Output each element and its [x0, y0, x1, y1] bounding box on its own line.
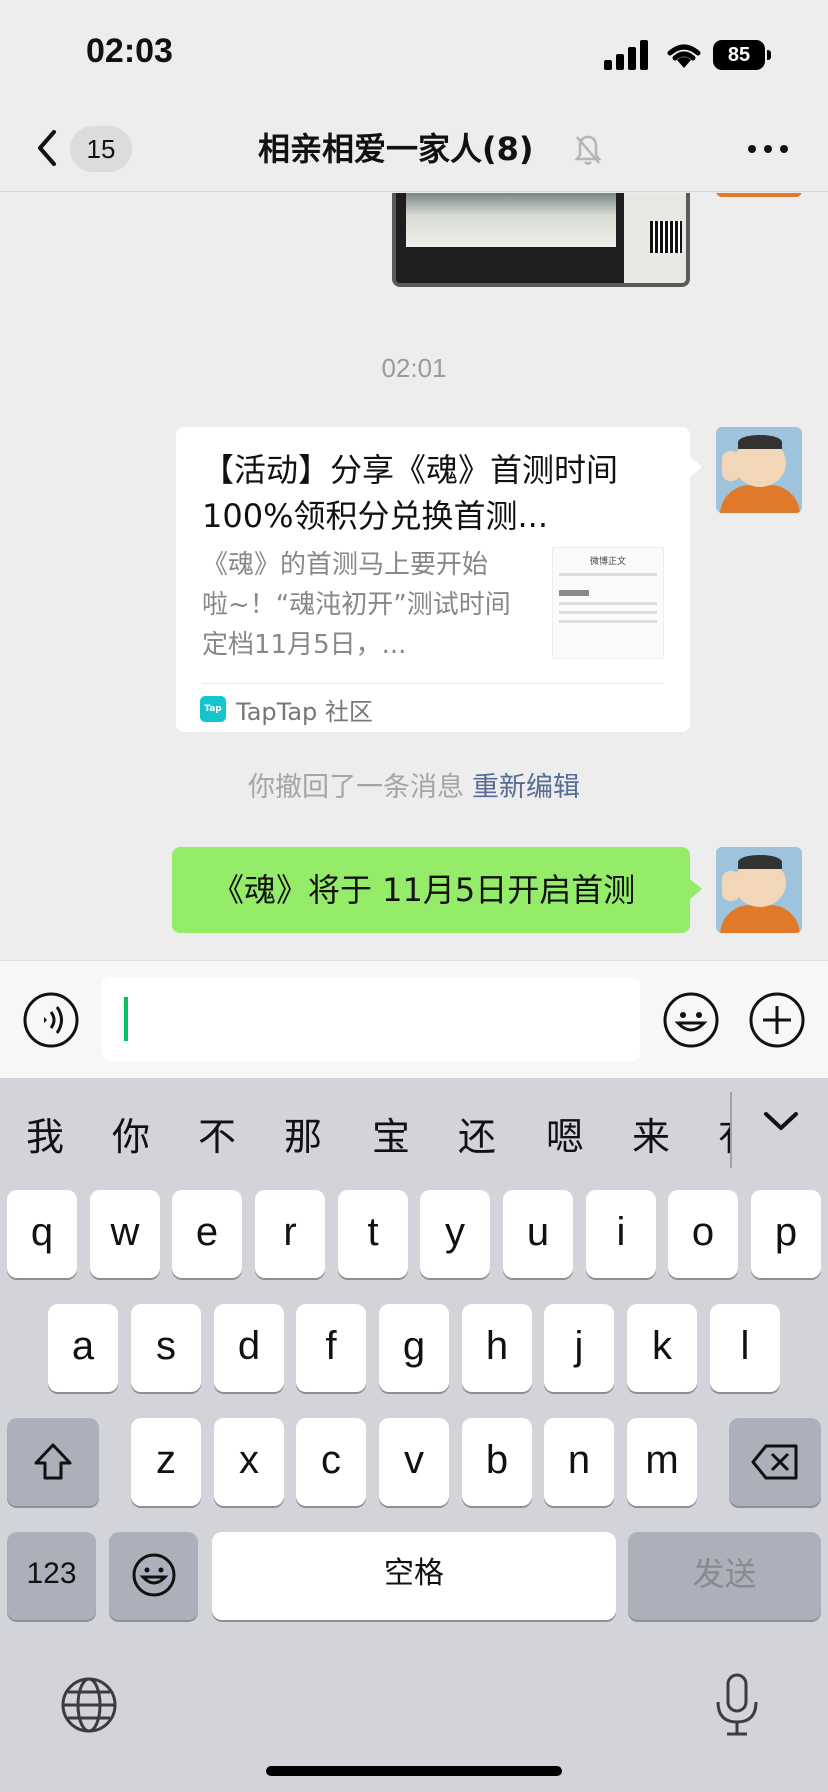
space-key[interactable]: 空格 [212, 1532, 616, 1620]
candidate-word[interactable]: 宝 [372, 1106, 410, 1161]
message-input[interactable] [102, 977, 640, 1061]
back-chevron-icon[interactable] [32, 126, 62, 170]
key-h[interactable]: h [462, 1304, 532, 1392]
avatar[interactable] [716, 193, 802, 197]
battery-level: 85 [713, 40, 765, 70]
key-s[interactable]: s [131, 1304, 201, 1392]
key-l[interactable]: l [710, 1304, 780, 1392]
send-key[interactable]: 发送 [628, 1532, 821, 1620]
backspace-key[interactable] [729, 1418, 821, 1506]
key-v[interactable]: v [379, 1418, 449, 1506]
unread-count-badge[interactable]: 15 [70, 126, 132, 172]
emoji-icon[interactable] [662, 991, 720, 1049]
candidate-word[interactable]: 有 [718, 1106, 730, 1161]
shared-image-message[interactable] [392, 193, 690, 287]
key-p[interactable]: p [751, 1190, 821, 1278]
key-a[interactable]: a [48, 1304, 118, 1392]
key-k[interactable]: k [627, 1304, 697, 1392]
candidate-word[interactable]: 你 [112, 1106, 150, 1161]
key-r[interactable]: r [255, 1190, 325, 1278]
battery-icon: 85 [713, 40, 771, 70]
key-n[interactable]: n [544, 1418, 614, 1506]
candidate-word[interactable]: 来 [632, 1106, 670, 1161]
recall-notice-text: 你撤回了一条消息 [248, 772, 464, 803]
key-i[interactable]: i [586, 1190, 656, 1278]
candidate-word[interactable]: 还 [458, 1106, 496, 1161]
candidate-word[interactable]: 那 [284, 1106, 322, 1161]
qr-code-image [650, 221, 682, 253]
home-indicator [266, 1766, 562, 1776]
key-q[interactable]: q [7, 1190, 77, 1278]
candidate-bar: 我 你 不 那 宝 还 嗯 来 有 [0, 1078, 828, 1182]
candidate-word[interactable]: 不 [198, 1106, 236, 1161]
chat-header: 15 相亲相爱一家人(8) [0, 108, 828, 192]
status-time: 02:03 [86, 32, 173, 70]
key-t[interactable]: t [338, 1190, 408, 1278]
card-source-label: TapTap 社区 [236, 697, 373, 726]
sent-message-bubble[interactable]: 《魂》将于 11月5日开启首测 [172, 847, 702, 933]
key-j[interactable]: j [544, 1304, 614, 1392]
key-y[interactable]: y [420, 1190, 490, 1278]
candidate-word[interactable]: 我 [26, 1106, 64, 1161]
card-thumbnail: 微博正文 [552, 547, 664, 659]
key-e[interactable]: e [172, 1190, 242, 1278]
chat-title: 相亲相爱一家人(8) [258, 130, 534, 168]
avatar[interactable] [716, 847, 802, 933]
muted-bell-icon [574, 135, 602, 165]
thumbnail-header: 微博正文 [589, 557, 626, 567]
plus-icon[interactable] [748, 991, 806, 1049]
shared-link-card[interactable]: 【活动】分享《魂》首测时间 100%领积分兑换首测... 《魂》的首测马上要开始… [176, 427, 702, 732]
expand-candidates-chevron-icon[interactable] [758, 1106, 804, 1136]
globe-icon[interactable] [60, 1676, 118, 1734]
backspace-icon [751, 1444, 798, 1480]
shift-arrow-icon [34, 1443, 72, 1480]
key-f[interactable]: f [296, 1304, 366, 1392]
message-timestamp: 02:01 [381, 353, 447, 383]
key-c[interactable]: c [296, 1418, 366, 1506]
recall-notice: 你撤回了一条消息 重新编辑 [0, 765, 828, 804]
avatar[interactable] [716, 427, 802, 513]
numbers-key[interactable]: 123 [7, 1532, 96, 1620]
taptap-logo-icon: Tap [200, 696, 226, 722]
message-input-bar [0, 960, 828, 1078]
key-u[interactable]: u [503, 1190, 573, 1278]
card-title: 【活动】分享《魂》首测时间 100%领积分兑换首测... [202, 451, 619, 535]
key-g[interactable]: g [379, 1304, 449, 1392]
key-w[interactable]: w [90, 1190, 160, 1278]
key-o[interactable]: o [668, 1190, 738, 1278]
text-cursor [124, 997, 128, 1041]
emoji-key[interactable] [109, 1532, 198, 1620]
key-m[interactable]: m [627, 1418, 697, 1506]
card-source: Tap TapTap 社区 [200, 691, 373, 727]
key-d[interactable]: d [214, 1304, 284, 1392]
shift-key[interactable] [7, 1418, 99, 1506]
status-bar: 02:03 85 [0, 0, 828, 108]
wifi-icon [667, 44, 701, 68]
microphone-icon[interactable] [712, 1672, 762, 1738]
candidate-separator [730, 1092, 732, 1168]
candidate-word[interactable]: 嗯 [546, 1106, 584, 1161]
card-divider [202, 683, 664, 684]
key-z[interactable]: z [131, 1418, 201, 1506]
re-edit-link[interactable]: 重新编辑 [472, 772, 580, 803]
cellular-signal-icon [604, 40, 648, 70]
emoji-face-icon [132, 1553, 175, 1597]
keyboard: 我 你 不 那 宝 还 嗯 来 有 q w e r t y u i o p a … [0, 1078, 828, 1792]
key-b[interactable]: b [462, 1418, 532, 1506]
card-description: 《魂》的首测马上要开始啦~！“魂沌初开”测试时间定档11月5日，... [202, 550, 511, 660]
chat-messages[interactable]: 02:01 【活动】分享《魂》首测时间 100%领积分兑换首测... 《魂》的首… [0, 193, 828, 960]
more-options-icon[interactable] [746, 138, 790, 160]
voice-input-icon[interactable] [22, 991, 80, 1049]
key-x[interactable]: x [214, 1418, 284, 1506]
